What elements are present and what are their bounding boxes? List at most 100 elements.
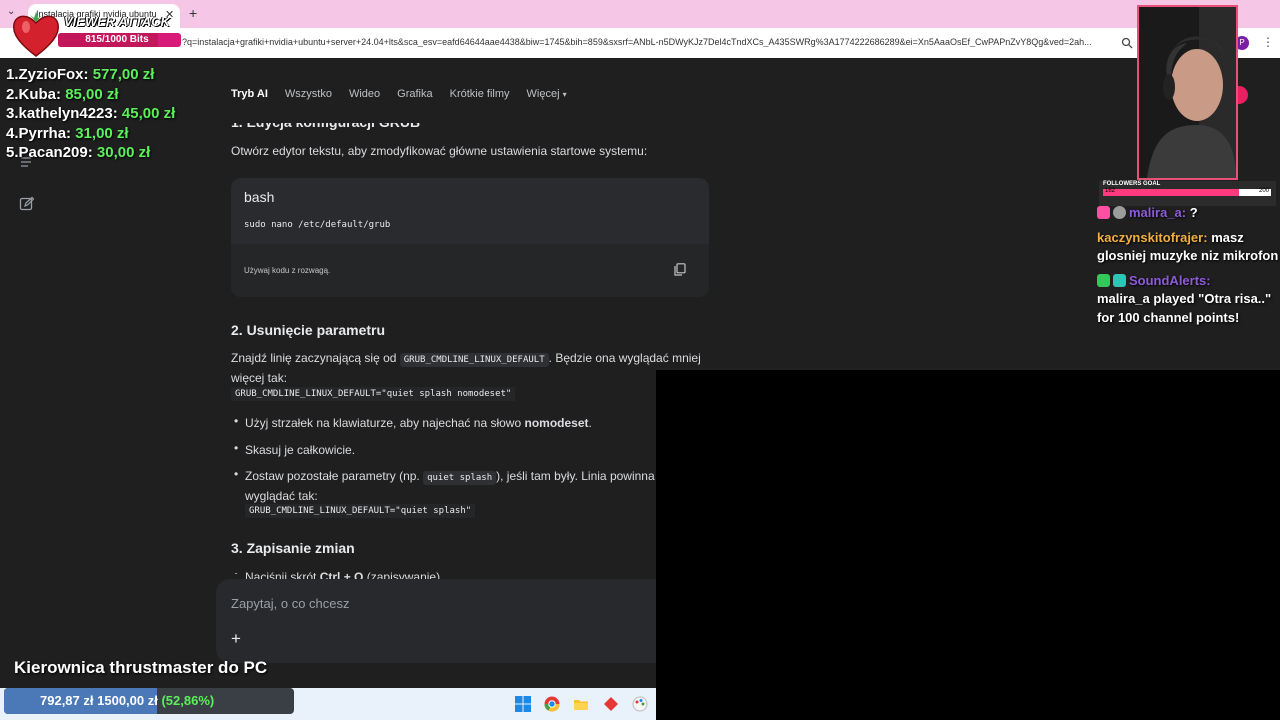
search-tabs: Tryb AI Wszystko Wideo Grafika Krótkie f… [231, 88, 567, 100]
section-2-text-a: Znajdź linię zaczynającą się od [231, 351, 397, 365]
code-language-label: bash [244, 189, 275, 205]
new-chat-icon[interactable] [19, 196, 35, 212]
leaderboard-name: Kuba: [18, 85, 62, 103]
donation-goal-bar: 792,87 zł 1500,00 zł (52,86%) [4, 688, 294, 714]
bullet: • [234, 467, 239, 481]
donation-percent: (52,86%) [161, 693, 215, 708]
donation-goal-text: 792,87 zł 1500,00 zł (52,86%) [40, 693, 214, 708]
section-heading-3: 3. Zapisanie zmian [231, 540, 355, 556]
bullet-3-text-a: Zostaw pozostałe parametry (np. [245, 469, 420, 483]
leaderboard-row: 1.ZyzioFox: 577,00 zł [6, 65, 175, 85]
ask-input-box[interactable]: Zapytaj, o co chcesz + [216, 579, 656, 663]
leaderboard-amount: 85,00 zł [65, 85, 119, 103]
bullet: • [234, 441, 239, 455]
tab-video[interactable]: Wideo [349, 88, 380, 100]
leaderboard-rank: 2. [6, 85, 19, 103]
leaderboard-rank: 4. [6, 124, 19, 142]
inline-code: GRUB_CMDLINE_LINUX_DEFAULT [399, 353, 549, 367]
leaderboard-name: Pyrrha: [18, 124, 72, 142]
viewer-attack-progress: 815/1000 Bits [58, 33, 181, 47]
file-explorer-icon[interactable] [573, 696, 589, 712]
section-2-text: Znajdź linię zaczynającą się od GRUB_CMD… [231, 349, 711, 387]
chat-separator: : [1181, 205, 1187, 220]
tab-more[interactable]: Więcej ▾ [527, 88, 567, 100]
bullet-2: Skasuj je całkowicie. [245, 443, 356, 457]
tab-more-label: Więcej [526, 88, 560, 100]
heart-badge-icon [1097, 206, 1110, 219]
donation-goal-title: Kierownica thrustmaster do PC [14, 658, 268, 677]
tab-ai-mode[interactable]: Tryb AI [231, 88, 268, 100]
leaderboard-row: 4.Pyrrha: 31,00 zł [6, 124, 175, 144]
check-badge-icon [1097, 273, 1110, 287]
chat-message: SoundAlerts: malira_a played "Otra risa.… [1097, 272, 1279, 328]
tab-all[interactable]: Wszystko [285, 88, 332, 100]
chrome-icon[interactable] [544, 696, 560, 712]
leaderboard-amount: 30,00 zł [96, 144, 151, 161]
donation-target: 1500,00 zł [97, 693, 158, 708]
donation-current: 792,87 zł [40, 693, 94, 708]
browser-menu-icon[interactable]: ⋮ [1262, 35, 1274, 49]
leaderboard-rank: 1. [6, 66, 19, 83]
bot-badge-icon [1113, 273, 1126, 287]
viewer-attack-title: VIEWER ATTACK [64, 14, 170, 29]
followers-goal-current: 162 [1105, 188, 1116, 194]
leaderboard-row: 2.Kuba: 85,00 zł [6, 85, 175, 105]
address-bar[interactable]: ?q=instalacja+grafiki+nvidia+ubuntu+serv… [0, 28, 1280, 58]
paint-icon[interactable] [632, 696, 648, 712]
leaderboard-name: kathelyn4223: [18, 105, 118, 122]
leaderboard-name: Pacan209: [18, 144, 93, 161]
tab-images[interactable]: Grafika [397, 88, 432, 100]
chat-overlay: malira_a: ? kaczynskitofrajer: masz glos… [1097, 204, 1279, 327]
bullet-3-text-b: ), jeśli tam były. Linia powinna [496, 469, 655, 483]
leaderboard-rank: 3. [6, 105, 19, 122]
tomato-heart-icon [12, 12, 60, 57]
section-1-text: Otwórz edytor tekstu, aby zmodyfikować g… [231, 144, 648, 158]
leaderboard-name: ZyzioFox: [18, 66, 89, 83]
streamer-silhouette [1139, 7, 1236, 178]
ask-input[interactable]: Zapytaj, o co chcesz [231, 596, 350, 611]
leaderboard-row: 3.kathelyn4223: 45,00 zł [6, 104, 175, 124]
code-footer: Używaj kodu z rozwagą. [231, 244, 709, 297]
leaderboard-amount: 31,00 zł [75, 124, 129, 142]
section-2-text-c: więcej tak: [231, 371, 288, 385]
chat-username: kaczynskitofrajer [1097, 229, 1204, 245]
url-text[interactable]: ?q=instalacja+grafiki+nvidia+ubuntu+serv… [182, 37, 1112, 47]
leaderboard-rank: 5. [6, 144, 19, 161]
bullet-3-text-c: wyglądać tak: [245, 489, 318, 503]
leaderboard-amount: 577,00 zł [92, 66, 155, 83]
inline-code: quiet splash [423, 471, 497, 485]
bullet-1-text-a: Użyj strzałek na klawiaturze, aby najech… [245, 416, 522, 430]
windows-start-icon[interactable] [515, 696, 531, 712]
bullet-1-keyword: nomodeset [524, 416, 589, 430]
chevron-down-icon: ▾ [562, 90, 567, 99]
followers-goal-fill [1103, 189, 1240, 196]
donation-leaderboard: 1.ZyzioFox: 577,00 zł 2.Kuba: 85,00 zł 3.k… [6, 65, 175, 163]
section-2-text-b: . Będzie ona wyglądać mniej [548, 351, 701, 365]
code-line: sudo nano /etc/default/grub [244, 220, 391, 230]
zoom-icon[interactable] [1121, 37, 1133, 49]
app-diamond-icon[interactable] [603, 696, 619, 712]
bullet: • [234, 414, 239, 428]
code-disclaimer: Używaj kodu z rozwagą. [244, 266, 331, 275]
bullet-1-text-c: . [588, 416, 592, 430]
stream-overlay-black [656, 370, 1280, 720]
example-code: GRUB_CMDLINE_LINUX_DEFAULT="quiet splash… [245, 504, 476, 518]
webcam-feed [1137, 5, 1238, 180]
chat-separator: : [1206, 272, 1211, 288]
code-block: bash sudo nano /etc/default/grub Używaj … [231, 178, 709, 297]
viewer-attack-progress-text: 815/1000 Bits [85, 34, 149, 45]
example-code: GRUB_CMDLINE_LINUX_DEFAULT="quiet splash… [231, 387, 516, 401]
tab-short-videos[interactable]: Krótkie filmy [450, 88, 510, 100]
bullet-3: Zostaw pozostałe parametry (np. quiet sp… [245, 467, 656, 505]
new-tab-button[interactable]: + [189, 5, 197, 21]
chat-separator: : [1203, 229, 1208, 245]
followers-goal-track: 162 200 [1103, 188, 1271, 196]
chat-text: ? [1189, 205, 1198, 220]
bullet-1: Użyj strzałek na klawiaturze, aby najech… [245, 414, 592, 432]
leaderboard-row: 5.Pacan209: 30,00 zł [6, 143, 175, 163]
browser-tab-strip: ⌄ Instalacja grafiki nvidia ubuntu ✕ + [0, 0, 1280, 28]
add-attachment-button[interactable]: + [231, 629, 241, 649]
screenshot: ⌄ Instalacja grafiki nvidia ubuntu ✕ + ?… [0, 0, 1280, 720]
copy-icon[interactable] [674, 263, 686, 276]
chat-message: kaczynskitofrajer: masz glosniej muzyke … [1097, 229, 1279, 266]
